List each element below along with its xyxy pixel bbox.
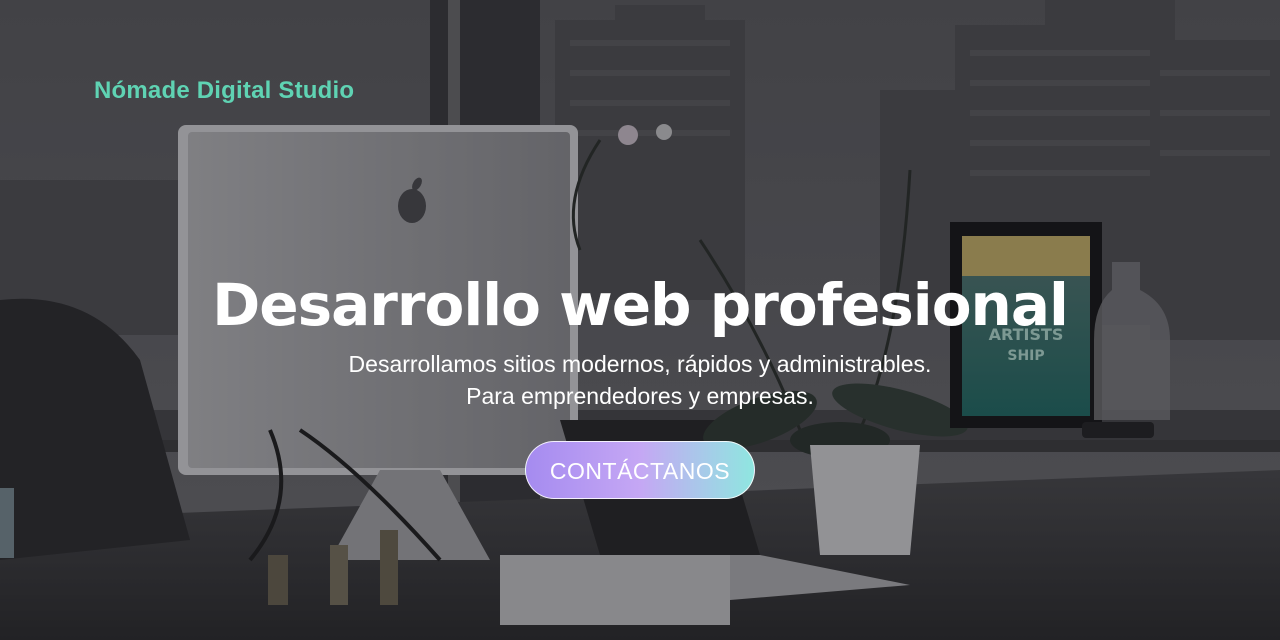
hero-subtitle-line-1: Desarrollamos sitios modernos, rápidos y…: [348, 351, 932, 377]
hero-title: Desarrollo web profesional: [212, 271, 1069, 339]
contact-button[interactable]: CONTÁCTANOS: [525, 441, 755, 499]
hero-subtitle-line-2: Para emprendedores y empresas.: [466, 383, 814, 409]
hero-section: ARTISTS SHIP Nómade Digital Studio Desar…: [0, 0, 1280, 640]
hero-subtitle: Desarrollamos sitios modernos, rápidos y…: [0, 348, 1280, 412]
hero-content: Desarrollo web profesional Desarrollamos…: [0, 268, 1280, 499]
brand-logo-text[interactable]: Nómade Digital Studio: [94, 77, 354, 105]
